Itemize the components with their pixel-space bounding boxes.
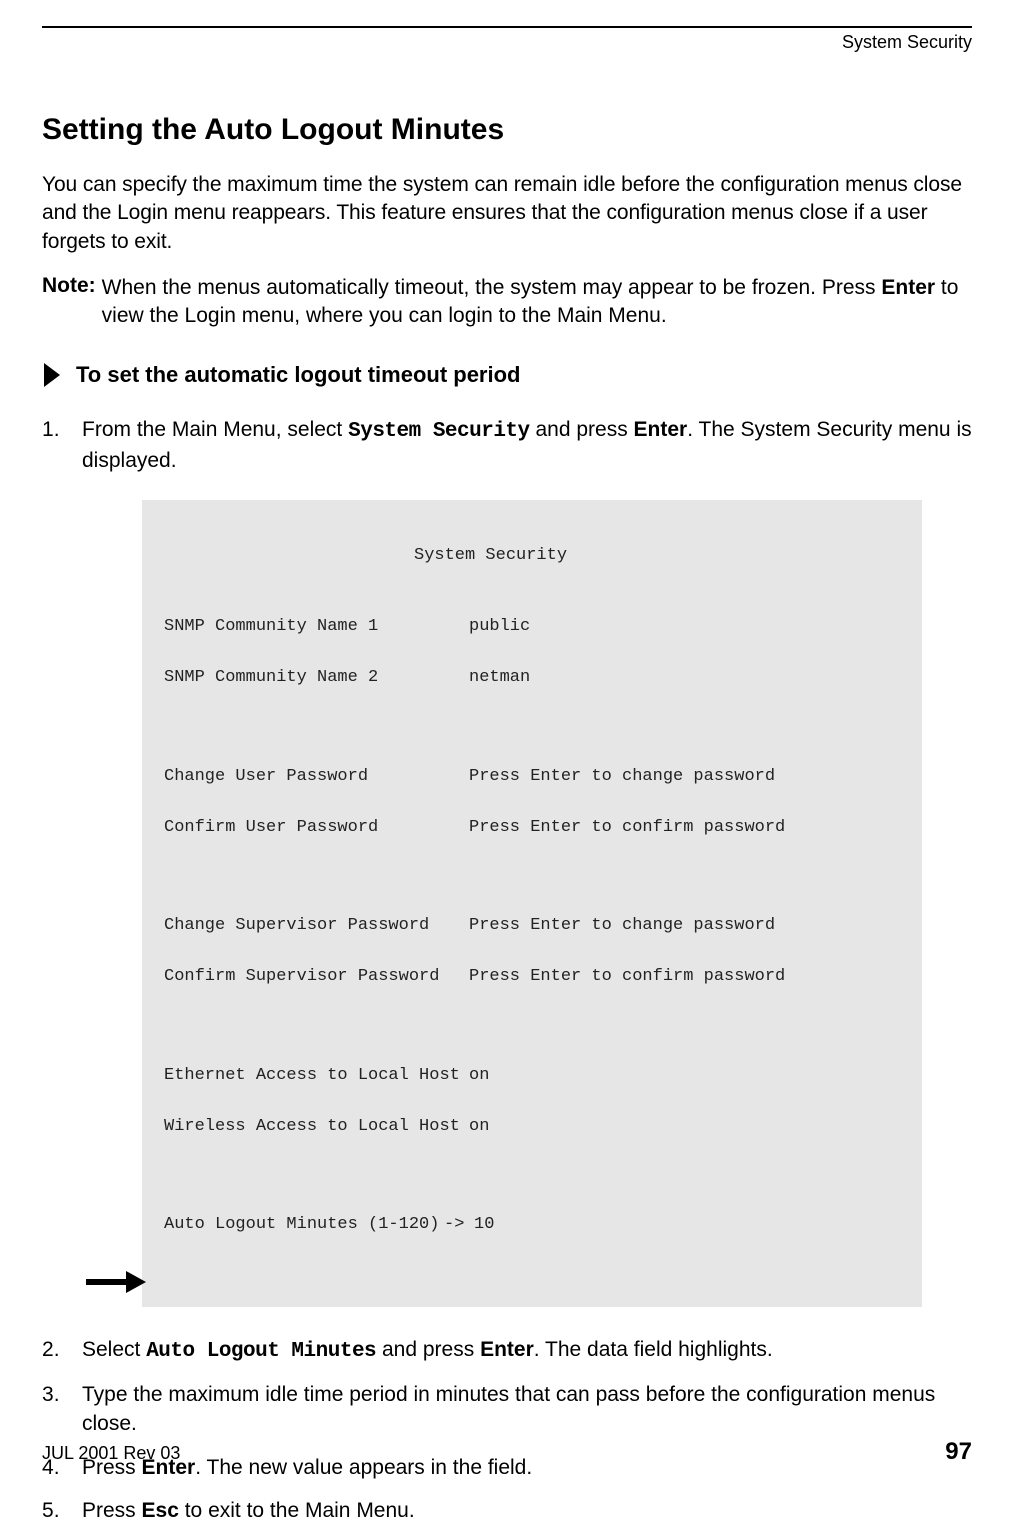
section-title: Setting the Auto Logout Minutes: [42, 113, 972, 147]
terminal-label: Change User Password: [164, 764, 469, 790]
terminal-row: Ethernet Access to Local Hoston: [164, 1063, 900, 1089]
terminal-label: Confirm Supervisor Password: [164, 964, 469, 990]
note-block: Note: When the menus automatically timeo…: [42, 274, 972, 331]
terminal-panel: System Security SNMP Community Name 1pub…: [142, 500, 922, 1307]
terminal-screenshot: System Security SNMP Community Name 1pub…: [142, 500, 972, 1307]
terminal-row: Wireless Access to Local Hoston: [164, 1114, 900, 1140]
procedure-heading: To set the automatic logout timeout peri…: [42, 361, 972, 389]
intro-paragraph: You can specify the maximum time the sys…: [42, 171, 972, 256]
step1-key: Enter: [634, 418, 688, 441]
terminal-value: Press Enter to change password: [469, 913, 900, 939]
terminal-value: 10: [474, 1212, 494, 1238]
page-footer: JUL 2001 Rev 03 97: [42, 1438, 972, 1466]
terminal-value: on: [469, 1114, 900, 1140]
step2-key: Enter: [480, 1338, 534, 1361]
terminal-label: SNMP Community Name 1: [164, 614, 469, 640]
header-rule: [42, 26, 972, 28]
terminal-row: SNMP Community Name 2netman: [164, 665, 900, 691]
steps-list: From the Main Menu, select System Securi…: [42, 415, 972, 1525]
terminal-value: on: [469, 1063, 900, 1089]
terminal-label: Change Supervisor Password: [164, 913, 469, 939]
step1-menu-item: System Security: [348, 420, 530, 443]
terminal-value: Press Enter to confirm password: [469, 815, 900, 841]
step-5: Press Esc to exit to the Main Menu.: [42, 1496, 972, 1525]
terminal-value: Press Enter to confirm password: [469, 964, 900, 990]
terminal-label: Ethernet Access to Local Host: [164, 1063, 469, 1089]
terminal-row: SNMP Community Name 1public: [164, 614, 900, 640]
terminal-value: Press Enter to change password: [469, 764, 900, 790]
terminal-row: Change Supervisor PasswordPress Enter to…: [164, 913, 900, 939]
step5-key: Esc: [142, 1499, 179, 1522]
running-header: System Security: [42, 32, 972, 53]
step-3: Type the maximum idle time period in min…: [42, 1380, 972, 1439]
terminal-label: Wireless Access to Local Host: [164, 1114, 469, 1140]
terminal-label: Auto Logout Minutes (1-120): [164, 1212, 444, 1238]
terminal-title: System Security: [164, 543, 900, 569]
terminal-value: netman: [469, 665, 900, 691]
terminal-row: Confirm User PasswordPress Enter to conf…: [164, 815, 900, 841]
footer-page-number: 97: [945, 1438, 972, 1466]
procedure-arrow-icon: [42, 361, 62, 389]
step2-mid: and press: [376, 1338, 480, 1361]
enter-key-ref: Enter: [881, 276, 935, 299]
callout-arrow-icon: [86, 1271, 146, 1293]
step-1: From the Main Menu, select System Securi…: [42, 415, 972, 1307]
footer-revision: JUL 2001 Rev 03: [42, 1443, 180, 1464]
terminal-value: public: [469, 614, 900, 640]
terminal-label: SNMP Community Name 2: [164, 665, 469, 691]
note-body: When the menus automatically timeout, th…: [102, 274, 972, 331]
terminal-highlight-row: Auto Logout Minutes (1-120)->10: [164, 1212, 900, 1238]
step1-prefix: From the Main Menu, select: [82, 418, 348, 441]
note-text-1: When the menus automatically timeout, th…: [102, 276, 882, 299]
terminal-row: Change User PasswordPress Enter to chang…: [164, 764, 900, 790]
step5-suffix: to exit to the Main Menu.: [179, 1499, 415, 1522]
step1-mid: and press: [530, 418, 634, 441]
step2-suffix: . The data field highlights.: [534, 1338, 773, 1361]
step2-menu-item: Auto Logout Minutes: [146, 1340, 376, 1363]
terminal-label: Confirm User Password: [164, 815, 469, 841]
step5-prefix: Press: [82, 1499, 142, 1522]
step2-prefix: Select: [82, 1338, 146, 1361]
terminal-cursor: ->: [444, 1212, 474, 1238]
note-label: Note:: [42, 274, 96, 331]
terminal-row: Confirm Supervisor PasswordPress Enter t…: [164, 964, 900, 990]
step-2: Select Auto Logout Minutes and press Ent…: [42, 1335, 972, 1366]
procedure-title: To set the automatic logout timeout peri…: [76, 362, 520, 388]
